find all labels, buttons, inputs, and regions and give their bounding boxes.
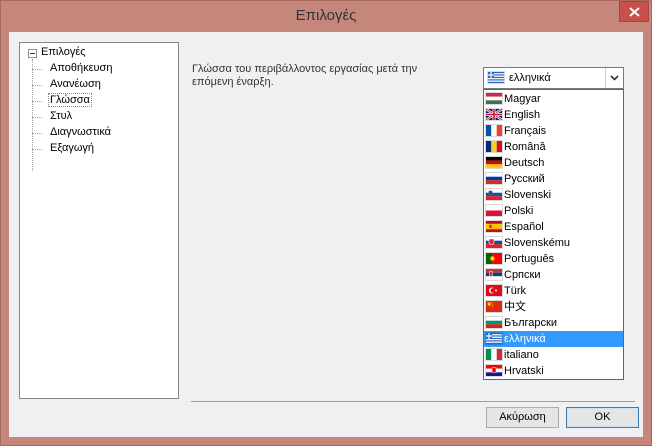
tree-item-label[interactable]: Γλώσσα — [48, 93, 92, 107]
language-option-label: Română — [504, 141, 546, 153]
language-option-label: italiano — [504, 349, 539, 361]
language-option-hrvatski[interactable]: Hrvatski — [484, 363, 623, 379]
language-description: Γλώσσα του περιβάλλοντος εργασίας μετά τ… — [192, 63, 418, 88]
flag-china-icon — [486, 301, 502, 312]
language-option-deutsch[interactable]: Deutsch — [484, 155, 623, 171]
flag-greece-icon — [486, 333, 502, 344]
flag-greece-icon — [488, 72, 504, 83]
language-option-label: Slovenskému — [504, 237, 571, 249]
flag-croatia-icon — [486, 365, 502, 376]
tree-item-label[interactable]: Εξαγωγή — [48, 142, 96, 154]
flag-turkey-icon — [486, 285, 502, 296]
flag-bulgaria-icon — [486, 317, 502, 328]
dialog-body: Επιλογές Αποθήκευση Ανανέωση Γλώσσα Στυλ… — [9, 32, 643, 437]
language-option-label: Polski — [504, 205, 534, 217]
language-option-english[interactable]: English — [484, 107, 623, 123]
flag-slovenia-icon — [486, 189, 502, 200]
flag-portugal-icon — [486, 253, 502, 264]
tree-root-label[interactable]: Επιλογές — [41, 46, 86, 58]
language-option-label: Српски — [504, 269, 541, 281]
options-tree: Επιλογές Αποθήκευση Ανανέωση Γλώσσα Στυλ… — [19, 42, 179, 399]
language-option-label: ελληνικά — [504, 333, 546, 345]
title-bar[interactable]: Επιλογές — [1, 1, 651, 32]
language-option-russian[interactable]: Русский — [484, 171, 623, 187]
tree-item-label[interactable]: Στυλ — [48, 110, 74, 122]
language-option-label: Português — [504, 253, 555, 265]
language-option-espanol[interactable]: Español — [484, 219, 623, 235]
tree-item-label[interactable]: Αποθήκευση — [48, 62, 114, 74]
language-option-serbian[interactable]: Српски — [484, 267, 623, 283]
language-option-label: Türk — [504, 285, 526, 297]
cancel-button[interactable]: Ακύρωση — [486, 407, 559, 428]
flag-russia-icon — [486, 173, 502, 184]
language-option-chinese[interactable]: 中文 — [484, 299, 623, 315]
language-option-slovak[interactable]: Slovenskému — [484, 235, 623, 251]
window-title: Επιλογές — [295, 7, 357, 24]
language-option-portugues[interactable]: Português — [484, 251, 623, 267]
flag-italy-icon — [486, 349, 502, 360]
flag-slovakia-icon — [486, 237, 502, 248]
close-icon — [629, 7, 640, 17]
language-select-value: ελληνικά — [509, 72, 551, 84]
language-option-polski[interactable]: Polski — [484, 203, 623, 219]
dropdown-button[interactable] — [605, 68, 623, 88]
chevron-down-icon — [610, 75, 619, 81]
collapse-icon[interactable] — [28, 49, 37, 58]
language-option-label: English — [504, 109, 541, 121]
language-option-label: Български — [504, 317, 557, 329]
language-option-label: Русский — [504, 173, 545, 185]
language-option-romana[interactable]: Română — [484, 139, 623, 155]
language-dropdown-list: Magyar English Français Română Deutsch Р… — [483, 89, 624, 380]
flag-france-icon — [486, 125, 502, 136]
ok-button[interactable]: OK — [566, 407, 639, 428]
tree-item-label[interactable]: Ανανέωση — [48, 78, 103, 90]
language-option-greek[interactable]: ελληνικά — [484, 331, 623, 347]
language-option-bulgarian[interactable]: Български — [484, 315, 623, 331]
flag-poland-icon — [486, 205, 502, 216]
language-option-label: Slovenski — [504, 189, 552, 201]
flag-germany-icon — [486, 157, 502, 168]
flag-romania-icon — [486, 141, 502, 152]
language-option-label: Magyar — [504, 93, 541, 105]
flag-serbia-icon — [486, 269, 502, 280]
options-dialog: Επιλογές Επιλογές Αποθήκευση Ανανέωση Γλ… — [0, 0, 652, 446]
tree-connector — [32, 59, 33, 171]
tree-item-label[interactable]: Διαγνωστικά — [48, 126, 113, 138]
flag-hungary-icon — [486, 93, 502, 104]
language-option-italiano[interactable]: italiano — [484, 347, 623, 363]
language-option-label: Hrvatski — [504, 365, 544, 377]
divider — [191, 401, 635, 402]
language-option-label: Español — [504, 221, 544, 233]
language-option-magyar[interactable]: Magyar — [484, 91, 623, 107]
language-option-label: Français — [504, 125, 547, 137]
flag-spain-icon — [486, 221, 502, 232]
close-button[interactable] — [619, 1, 649, 22]
flag-uk-icon — [486, 109, 502, 120]
language-select[interactable]: ελληνικά — [483, 67, 624, 89]
language-option-label: Deutsch — [504, 157, 545, 169]
language-option-label: 中文 — [504, 301, 526, 313]
language-option-slovenski[interactable]: Slovenski — [484, 187, 623, 203]
language-option-turk[interactable]: Türk — [484, 283, 623, 299]
language-option-francais[interactable]: Français — [484, 123, 623, 139]
